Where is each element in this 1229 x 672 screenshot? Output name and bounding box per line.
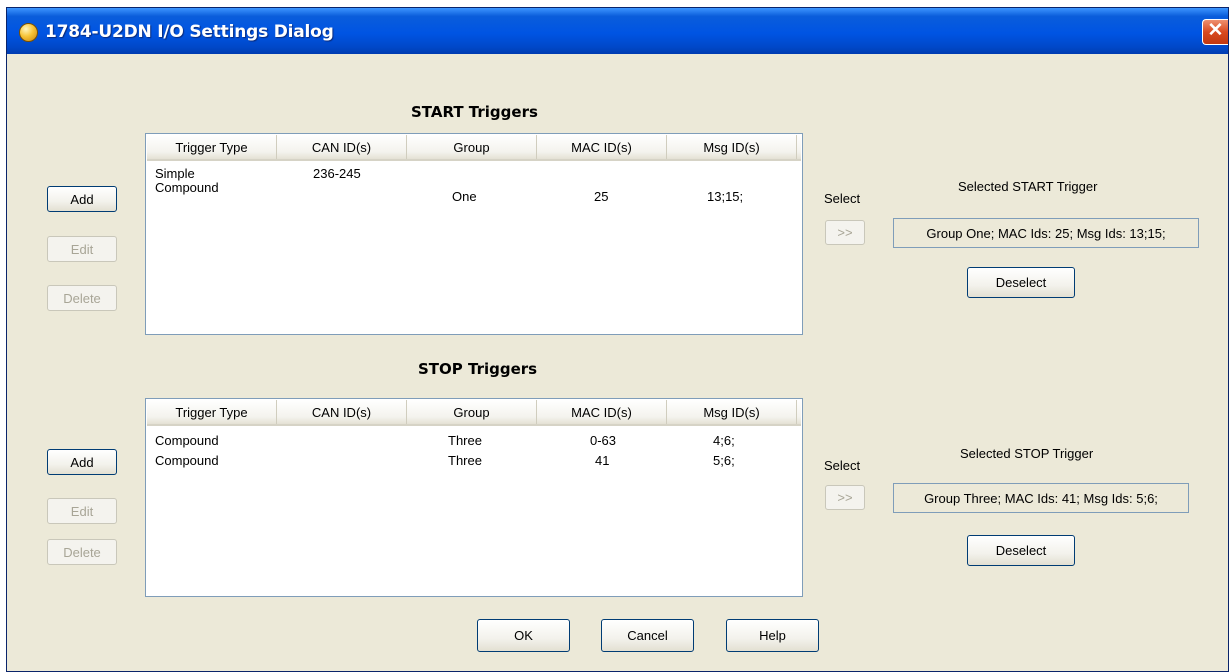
cell-group: Three xyxy=(448,453,482,468)
cell-trigger-type: Compound xyxy=(155,180,219,195)
stop-deselect-button[interactable]: Deselect xyxy=(967,535,1075,566)
cancel-button[interactable]: Cancel xyxy=(601,619,694,652)
app-icon xyxy=(19,23,38,42)
col-header-trigger-type[interactable]: Trigger Type xyxy=(147,400,277,424)
cell-msg-ids: 5;6; xyxy=(713,453,735,468)
close-button[interactable]: ✕ xyxy=(1202,19,1228,45)
cell-msg-ids: 4;6; xyxy=(713,433,735,448)
ok-button[interactable]: OK xyxy=(477,619,570,652)
cell-msg-ids: 13;15; xyxy=(707,189,744,204)
cell-mac-ids: 25 xyxy=(594,189,609,204)
stop-edit-button[interactable]: Edit xyxy=(47,498,117,524)
cell-can-ids: 236-245 xyxy=(313,166,361,181)
stop-select-button[interactable]: >> xyxy=(825,485,865,510)
start-edit-button[interactable]: Edit xyxy=(47,236,117,262)
cell-trigger-type: Compound xyxy=(155,433,219,448)
stop-trigger-list[interactable]: Trigger Type CAN ID(s) Group MAC ID(s) M… xyxy=(145,398,803,597)
help-button[interactable]: Help xyxy=(726,619,819,652)
cell-trigger-type: Compound xyxy=(155,453,219,468)
start-select-button[interactable]: >> xyxy=(825,220,865,245)
cell-trigger-type: Simple xyxy=(155,166,195,181)
col-header-mac-ids[interactable]: MAC ID(s) xyxy=(537,400,667,424)
stop-triggers-title: STOP Triggers xyxy=(418,360,538,378)
window-title: 1784-U2DN I/O Settings Dialog xyxy=(45,22,334,42)
settings-dialog: 1784-U2DN I/O Settings Dialog ✕ START Tr… xyxy=(6,7,1229,672)
start-select-label: Select xyxy=(824,191,861,206)
start-delete-button[interactable]: Delete xyxy=(47,285,117,311)
col-header-group[interactable]: Group xyxy=(407,400,537,424)
selected-start-label: Selected START Trigger xyxy=(958,179,1098,194)
start-list-header: Trigger Type CAN ID(s) Group MAC ID(s) M… xyxy=(147,135,801,161)
start-add-button[interactable]: Add xyxy=(47,186,117,212)
selected-start-trigger-field: Group One; MAC Ids: 25; Msg Ids: 13;15; xyxy=(893,218,1199,248)
col-header-msg-ids[interactable]: Msg ID(s) xyxy=(667,400,797,424)
col-header-msg-ids[interactable]: Msg ID(s) xyxy=(667,135,797,159)
start-triggers-title: START Triggers xyxy=(411,103,538,121)
cell-group: Three xyxy=(448,433,482,448)
stop-add-button[interactable]: Add xyxy=(47,449,117,475)
dialog-client: START Triggers Add Edit Delete Trigger T… xyxy=(7,54,1228,671)
col-header-mac-ids[interactable]: MAC ID(s) xyxy=(537,135,667,159)
stop-select-label: Select xyxy=(824,458,861,473)
col-header-can-ids[interactable]: CAN ID(s) xyxy=(277,135,407,159)
cell-mac-ids: 0-63 xyxy=(590,433,617,448)
cell-mac-ids: 41 xyxy=(595,453,610,468)
col-header-group[interactable]: Group xyxy=(407,135,537,159)
stop-list-header: Trigger Type CAN ID(s) Group MAC ID(s) M… xyxy=(147,400,801,426)
stop-delete-button[interactable]: Delete xyxy=(47,539,117,565)
cell-group: One xyxy=(452,189,477,204)
title-bar[interactable]: 1784-U2DN I/O Settings Dialog ✕ xyxy=(7,8,1228,54)
start-trigger-list[interactable]: Trigger Type CAN ID(s) Group MAC ID(s) M… xyxy=(145,133,803,335)
col-header-can-ids[interactable]: CAN ID(s) xyxy=(277,400,407,424)
start-deselect-button[interactable]: Deselect xyxy=(967,267,1075,298)
selected-stop-label: Selected STOP Trigger xyxy=(960,446,1094,461)
col-header-trigger-type[interactable]: Trigger Type xyxy=(147,135,277,159)
selected-stop-trigger-field: Group Three; MAC Ids: 41; Msg Ids: 5;6; xyxy=(893,483,1189,513)
